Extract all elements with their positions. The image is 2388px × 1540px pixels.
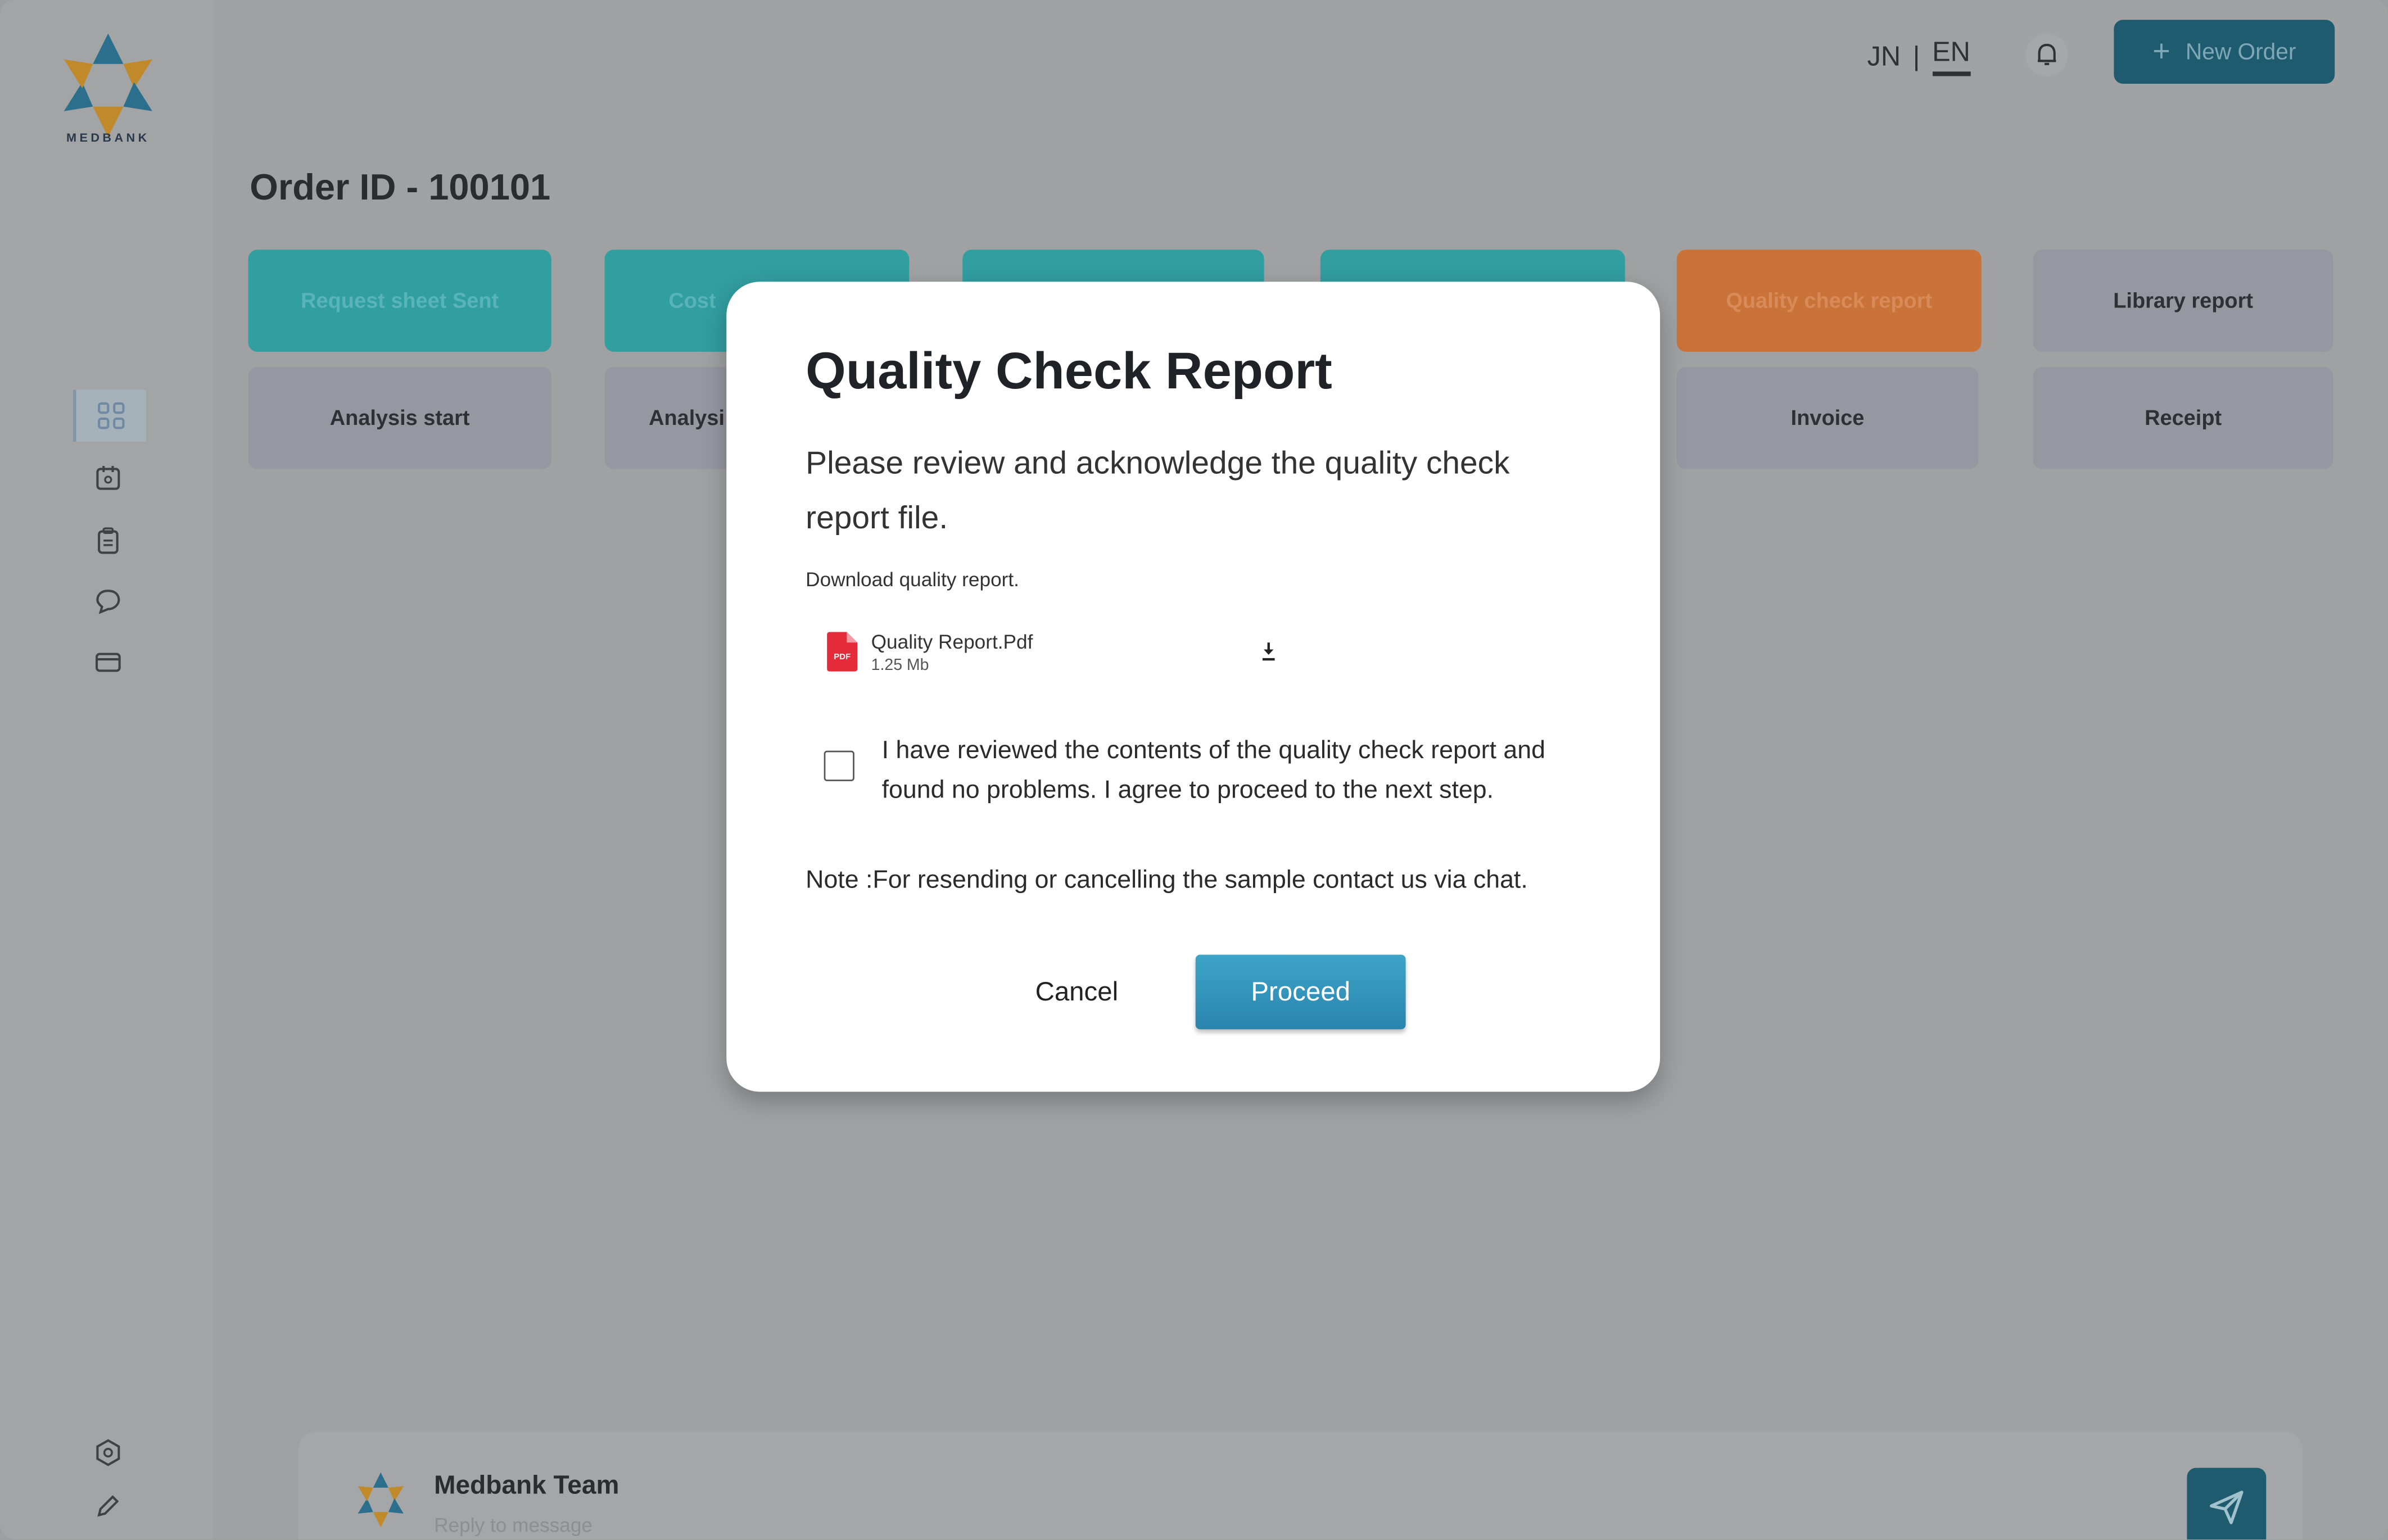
notifications-button[interactable] xyxy=(2025,33,2069,76)
language-switcher: JN | EN xyxy=(1867,37,1970,76)
status-card-label: Cost xyxy=(668,288,716,312)
pen-icon xyxy=(97,1495,119,1517)
sidebar-item-calendar[interactable] xyxy=(73,452,143,504)
lang-en[interactable]: EN xyxy=(1932,37,1970,76)
grid-icon xyxy=(98,402,125,429)
sidebar-item-clipboard[interactable] xyxy=(73,515,143,567)
pdf-badge-text: PDF xyxy=(834,653,851,662)
chat-icon xyxy=(96,590,120,614)
status-card-label: Library report xyxy=(2113,288,2254,312)
status-card-label: Receipt xyxy=(2145,405,2222,429)
file-name: Quality Report.Pdf xyxy=(871,630,1033,654)
cancel-button[interactable]: Cancel xyxy=(1016,958,1138,1025)
download-label: Download quality report. xyxy=(806,568,1020,591)
sidebar-item-billing[interactable] xyxy=(73,636,143,688)
modal-title: Quality Check Report xyxy=(806,342,1332,401)
modal-description: Please review and acknowledge the qualit… xyxy=(806,446,1510,536)
download-icon[interactable] xyxy=(1260,641,1278,663)
modal-note: Note :For resending or cancelling the sa… xyxy=(806,866,1528,894)
card-icon xyxy=(96,653,121,672)
acknowledge-checkbox-label: I have reviewed the contents of the qual… xyxy=(881,737,1545,804)
reply-input[interactable]: Reply to message xyxy=(434,1514,593,1537)
status-card-label: Analysi xyxy=(649,405,725,429)
status-card-label: Invoice xyxy=(1790,405,1865,429)
status-card-label: Quality check report xyxy=(1726,288,1933,312)
status-card-request-sheet[interactable]: Request sheet Sent xyxy=(248,250,551,352)
sidebar: MEDBANK xyxy=(0,0,214,1540)
pdf-file-icon: PDF xyxy=(827,632,858,672)
lang-separator: | xyxy=(1912,40,1920,71)
sidebar-item-dashboard[interactable] xyxy=(73,389,147,442)
clipboard-icon xyxy=(98,527,119,554)
status-card-library-report[interactable]: Library report xyxy=(2033,250,2333,352)
quality-check-modal: Quality Check Report Please review and a… xyxy=(726,282,1661,1092)
bell-icon xyxy=(2037,43,2056,65)
new-order-label: New Order xyxy=(2185,39,2296,65)
status-card-analysis-start[interactable]: Analysis start xyxy=(248,366,551,469)
calendar-icon xyxy=(96,466,120,490)
avatar xyxy=(358,1472,404,1528)
status-card-label: Request sheet Sent xyxy=(301,288,499,312)
app-window: MEDBANK JN | EN + New Order Order ID - 1… xyxy=(0,0,2388,1540)
page-title: Order ID - 100101 xyxy=(250,167,551,209)
proceed-button[interactable]: Proceed xyxy=(1195,954,1406,1030)
status-card-quality-check[interactable]: Quality check report xyxy=(1676,250,1982,352)
file-size: 1.25 Mb xyxy=(871,656,929,675)
acknowledge-checkbox[interactable] xyxy=(824,750,854,781)
send-icon xyxy=(2210,1491,2244,1524)
status-card-invoice[interactable]: Invoice xyxy=(1676,366,1979,469)
new-order-button[interactable]: + New Order xyxy=(2114,20,2335,84)
lang-jn[interactable]: JN xyxy=(1867,40,1901,73)
file-item[interactable]: PDF Quality Report.Pdf 1.25 Mb xyxy=(827,629,1284,678)
settings-icon xyxy=(96,1439,120,1466)
logo-text: MEDBANK xyxy=(66,130,150,145)
send-button[interactable] xyxy=(2187,1467,2267,1540)
sidebar-item-edit[interactable] xyxy=(73,1480,143,1532)
sidebar-item-settings[interactable] xyxy=(73,1427,143,1479)
chat-sender-name: Medbank Team xyxy=(434,1471,619,1500)
status-card-receipt[interactable]: Receipt xyxy=(2033,366,2333,469)
sidebar-item-chat[interactable] xyxy=(73,576,143,627)
plus-icon: + xyxy=(2152,34,2170,68)
status-card-label: Analysis start xyxy=(329,405,470,429)
